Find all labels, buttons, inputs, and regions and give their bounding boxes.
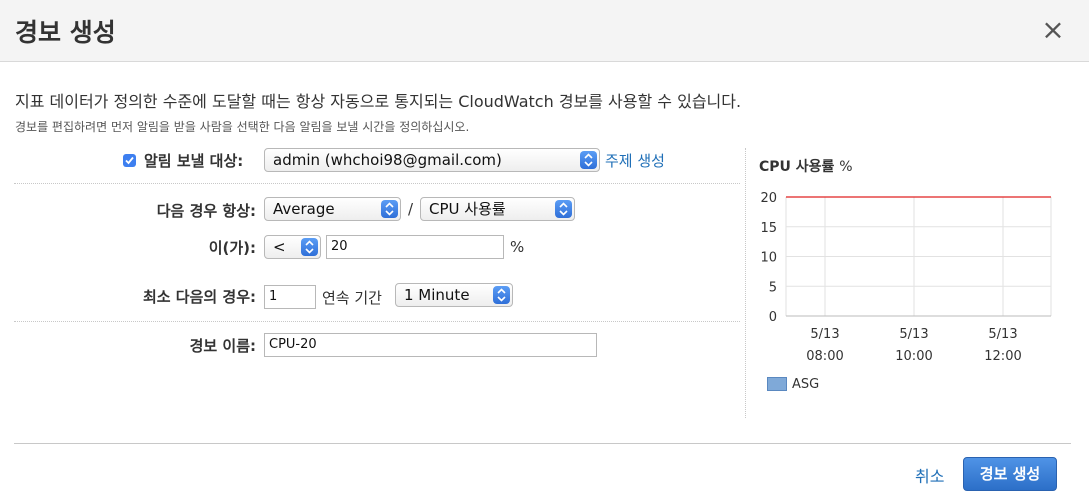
metric-select[interactable]: CPU 사용률: [420, 197, 575, 221]
consecutive-label: 연속 기간: [322, 289, 382, 307]
y-tick-label: 10: [760, 251, 777, 266]
y-tick-label: 20: [760, 191, 777, 206]
legend-swatch: [767, 377, 787, 391]
alarm-name-input[interactable]: CPU-20: [264, 333, 597, 357]
x-tick-date: 5/13: [810, 327, 839, 342]
percent-unit: %: [510, 238, 525, 256]
chevron-updown-icon: [493, 286, 510, 304]
vertical-divider: [745, 148, 746, 418]
chevron-updown-icon: [555, 200, 572, 218]
periods-input[interactable]: 1: [264, 285, 316, 309]
divider: [14, 183, 740, 184]
chevron-updown-icon: [580, 151, 597, 169]
legend-label: ASG: [792, 377, 820, 392]
y-tick-label: 15: [760, 221, 777, 236]
y-tick-label: 0: [769, 310, 777, 325]
threshold-input[interactable]: 20: [326, 235, 504, 259]
chevron-updown-icon: [301, 238, 318, 256]
chevron-updown-icon: [381, 200, 398, 218]
alarm-form: 알림 보낼 대상: admin (whchoi98@gmail.com) 주제 …: [14, 142, 740, 412]
notify-target-select[interactable]: admin (whchoi98@gmail.com): [264, 148, 600, 172]
dialog-subdescription: 경보를 편집하려면 먼저 알림을 받을 사람을 선택한 다음 알림을 보낼 시간…: [15, 120, 470, 134]
notify-checkbox[interactable]: [123, 154, 136, 167]
divider: [14, 321, 740, 322]
x-tick-time: 10:00: [895, 349, 932, 364]
x-tick-time: 12:00: [984, 349, 1021, 364]
y-tick-label: 5: [769, 280, 777, 295]
statistic-select[interactable]: Average: [264, 197, 401, 221]
notify-label: 알림 보낼 대상:: [144, 152, 244, 170]
cancel-button[interactable]: 취소: [915, 463, 944, 487]
x-tick-date: 5/13: [899, 327, 928, 342]
dialog-description: 지표 데이터가 정의한 수준에 도달할 때는 항상 자동으로 통지되는 Clou…: [15, 92, 742, 111]
period-label: 최소 다음의 경우:: [142, 288, 256, 306]
operator-value: <: [273, 238, 286, 256]
operator-label: 이(가):: [208, 239, 256, 257]
create-topic-link[interactable]: 주제 생성: [605, 150, 665, 171]
footer-divider: [14, 443, 1071, 444]
dialog-header: 경보 생성 ×: [0, 0, 1089, 62]
statistic-value: Average: [273, 200, 335, 218]
x-tick-time: 08:00: [806, 349, 843, 364]
dialog-title: 경보 생성: [15, 18, 116, 47]
x-tick-date: 5/13: [988, 327, 1017, 342]
operator-select[interactable]: <: [264, 235, 321, 259]
notify-target-value: admin (whchoi98@gmail.com): [273, 151, 502, 169]
alarm-name-label: 경보 이름:: [189, 337, 256, 355]
create-alarm-button[interactable]: 경보 생성: [963, 457, 1057, 491]
slash-separator: /: [408, 200, 414, 218]
cpu-chart: CPU 사용률 % 20 15 10 5 0 5/13 08:00 5/13 10:00 5/13…: [755, 148, 1075, 418]
close-icon[interactable]: ×: [1037, 14, 1069, 46]
period-value: 1 Minute: [404, 286, 470, 304]
whenever-label: 다음 경우 항상:: [156, 202, 256, 220]
metric-value: CPU 사용률: [429, 200, 506, 218]
period-select[interactable]: 1 Minute: [395, 283, 513, 307]
